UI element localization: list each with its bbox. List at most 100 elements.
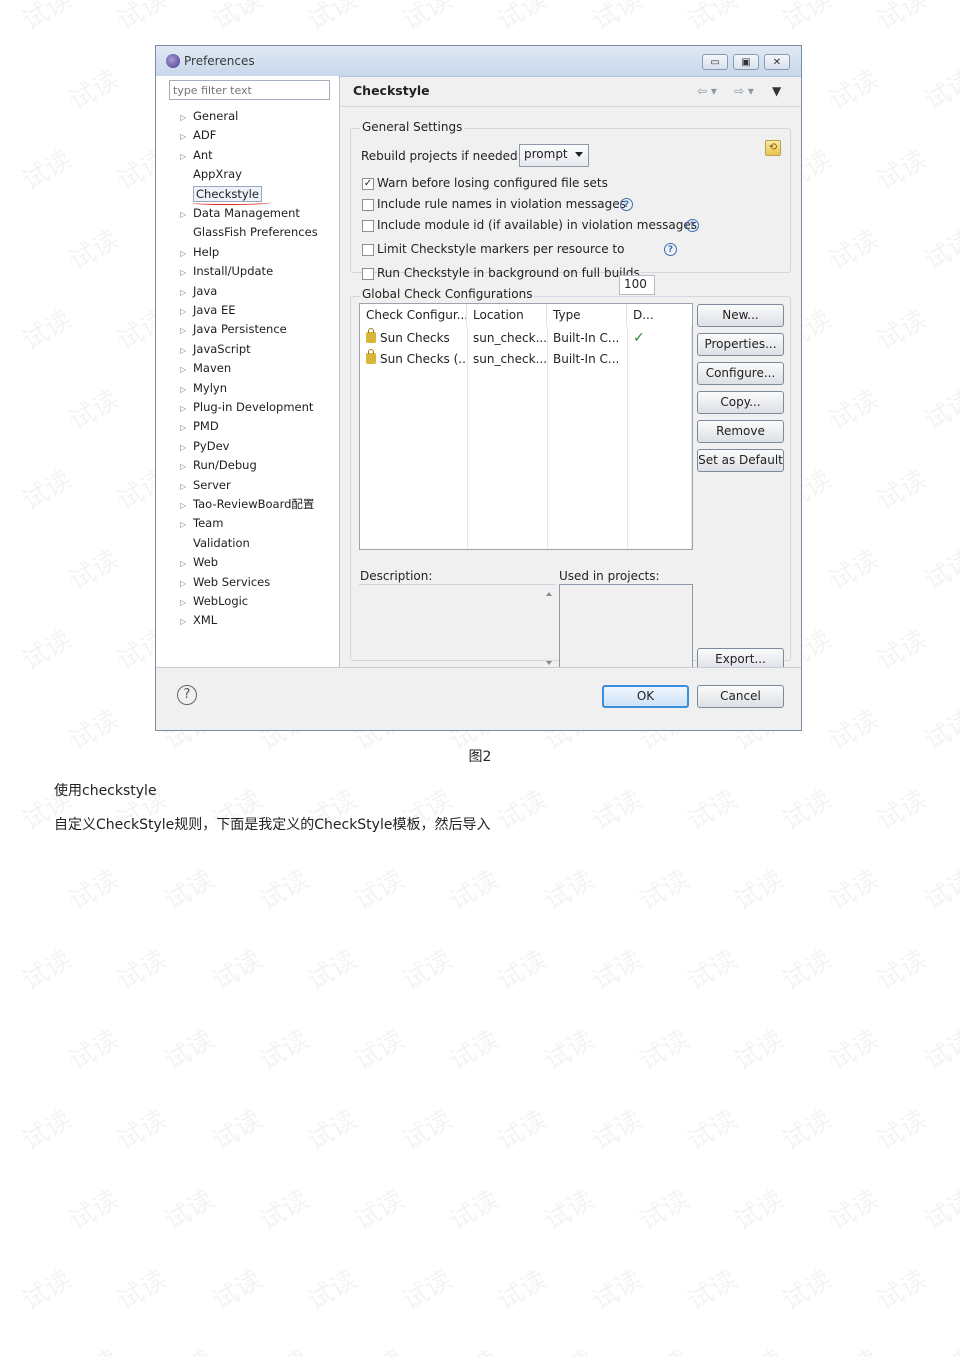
close-button[interactable]: ✕ [764, 54, 790, 70]
tree-item-mylyn[interactable]: ▷ Mylyn [180, 379, 227, 397]
option-checkbox[interactable] [362, 244, 374, 256]
filter-input[interactable] [169, 80, 330, 100]
tree-item-adf[interactable]: ▷ ADF [180, 126, 216, 144]
minimize-button[interactable]: ▭ [702, 54, 728, 70]
watermark-text: 试读 [916, 59, 960, 117]
watermark-text: 试读 [299, 0, 363, 38]
tree-item-server[interactable]: ▷ Server [180, 476, 231, 494]
tree-item-maven[interactable]: ▷ Maven [180, 359, 231, 377]
window-title: Preferences [184, 54, 255, 68]
help-icon[interactable]: ? [686, 219, 699, 232]
ok-button[interactable]: OK [602, 685, 689, 708]
preferences-dialog: Preferences ▭ ▣ ✕ ▷General▷ADF ▷AntAppXra… [155, 45, 802, 731]
maximize-button[interactable]: ▣ [733, 54, 759, 70]
option-checkbox[interactable] [362, 220, 374, 232]
expand-arrow-icon[interactable]: ▷ [180, 109, 193, 127]
watermark-text: 试读 [916, 1339, 960, 1357]
new-button[interactable]: New... [697, 304, 784, 327]
expand-arrow-icon[interactable]: ▷ [180, 555, 193, 573]
title-bar[interactable]: Preferences ▭ ▣ ✕ [156, 46, 801, 77]
option-checkbox[interactable]: ✓ [362, 178, 374, 190]
tree-item-label: Tao-ReviewBoard配置 [193, 497, 315, 511]
properties-button[interactable]: Properties... [697, 333, 784, 356]
copy-button[interactable]: Copy... [697, 391, 784, 414]
view-menu-icon[interactable]: ▼ [772, 84, 781, 98]
tree-item-appxray[interactable]: AppXray [193, 165, 242, 183]
expand-arrow-icon[interactable]: ▷ [180, 400, 193, 418]
reset-defaults-icon[interactable]: ⟲ [765, 140, 781, 156]
tree-item-xml[interactable]: ▷ XML [180, 611, 217, 629]
expand-arrow-icon[interactable]: ▷ [180, 381, 193, 399]
expand-arrow-icon[interactable]: ▷ [180, 575, 193, 593]
tree-item-validation[interactable]: Validation [193, 534, 250, 552]
tree-item-java-ee[interactable]: ▷ Java EE [180, 301, 235, 319]
used-in-projects-list[interactable] [559, 584, 693, 672]
configurations-table[interactable]: Check Configur... Location Type D... Sun… [359, 303, 693, 550]
help-icon[interactable]: ? [620, 198, 633, 211]
watermark-text: 试读 [14, 939, 78, 997]
help-icon[interactable]: ? [664, 243, 677, 256]
tree-item-label: Maven [193, 361, 232, 376]
tree-item-tao-reviewboard[interactable]: ▷ Tao-ReviewBoard配置 [180, 495, 314, 513]
tree-item-ant[interactable]: ▷ Ant [180, 146, 213, 164]
expand-arrow-icon[interactable]: ▷ [180, 516, 193, 534]
expand-arrow-icon[interactable]: ▷ [180, 322, 193, 340]
tree-item-plug-in-development[interactable]: ▷ Plug-in Development [180, 398, 313, 416]
tree-item-pydev[interactable]: ▷ PyDev [180, 437, 229, 455]
forward-arrow-icon[interactable]: ⇨ ▾ [734, 84, 754, 98]
expand-arrow-icon[interactable]: ▷ [180, 497, 193, 515]
expand-arrow-icon[interactable]: ▷ [180, 206, 193, 224]
expand-arrow-icon[interactable]: ▷ [180, 419, 193, 437]
tree-item-pmd[interactable]: ▷ PMD [180, 417, 219, 435]
expand-arrow-icon[interactable]: ▷ [180, 439, 193, 457]
tree-item-javascript[interactable]: ▷ JavaScript [180, 340, 251, 358]
help-icon[interactable]: ? [177, 685, 197, 705]
expand-arrow-icon[interactable]: ▷ [180, 245, 193, 263]
column-header-type[interactable]: Type [547, 304, 627, 326]
option-checkbox[interactable] [362, 199, 374, 211]
tree-item-java-persistence[interactable]: ▷ Java Persistence [180, 320, 287, 338]
tree-item-glassfish-preferences[interactable]: GlassFish Preferences [193, 223, 318, 241]
watermark-text: 试读 [394, 939, 458, 997]
expand-arrow-icon[interactable]: ▷ [180, 594, 193, 612]
tree-item-install-update[interactable]: ▷ Install/Update [180, 262, 273, 280]
expand-arrow-icon[interactable]: ▷ [180, 613, 193, 631]
tree-item-run-debug[interactable]: ▷ Run/Debug [180, 456, 257, 474]
watermark-text: 试读 [441, 1179, 505, 1237]
tree-item-data-management[interactable]: ▷ Data Management [180, 204, 300, 222]
marker-limit-field[interactable]: 100 [619, 275, 655, 295]
watermark-text: 试读 [631, 859, 695, 917]
tree-item-web-services[interactable]: ▷ Web Services [180, 573, 270, 591]
watermark-text: 试读 [489, 939, 553, 997]
expand-arrow-icon[interactable]: ▷ [180, 148, 193, 166]
scroll-up-icon[interactable] [546, 592, 552, 596]
expand-arrow-icon[interactable]: ▷ [180, 303, 193, 321]
tree-item-general[interactable]: ▷ General [180, 107, 238, 125]
watermark-text: 试读 [204, 0, 268, 38]
expand-arrow-icon[interactable]: ▷ [180, 264, 193, 282]
expand-arrow-icon[interactable]: ▷ [180, 342, 193, 360]
tree-item-team[interactable]: ▷ Team [180, 514, 223, 532]
rebuild-select[interactable]: prompt [519, 144, 589, 167]
tree-item-help[interactable]: ▷ Help [180, 243, 219, 261]
expand-arrow-icon[interactable]: ▷ [180, 478, 193, 496]
scroll-down-icon[interactable] [546, 661, 552, 665]
configure-button[interactable]: Configure... [697, 362, 784, 385]
remove-button[interactable]: Remove [697, 420, 784, 443]
option-checkbox[interactable] [362, 268, 374, 280]
tree-item-java[interactable]: ▷ Java [180, 282, 217, 300]
watermark-text: 试读 [61, 539, 125, 597]
expand-arrow-icon[interactable]: ▷ [180, 458, 193, 476]
set-as-default-button[interactable]: Set as Default [697, 449, 784, 472]
column-header-location[interactable]: Location [467, 304, 547, 326]
expand-arrow-icon[interactable]: ▷ [180, 361, 193, 379]
back-arrow-icon[interactable]: ⇦ ▾ [697, 84, 717, 98]
expand-arrow-icon[interactable]: ▷ [180, 128, 193, 146]
column-header-name[interactable]: Check Configur... [360, 304, 467, 326]
column-header-default[interactable]: D... [627, 304, 692, 326]
tree-item-web[interactable]: ▷ Web [180, 553, 218, 571]
expand-arrow-icon[interactable]: ▷ [180, 284, 193, 302]
tree-item-checkstyle[interactable]: Checkstyle [192, 185, 271, 205]
cancel-button[interactable]: Cancel [697, 685, 784, 708]
tree-item-weblogic[interactable]: ▷ WebLogic [180, 592, 248, 610]
